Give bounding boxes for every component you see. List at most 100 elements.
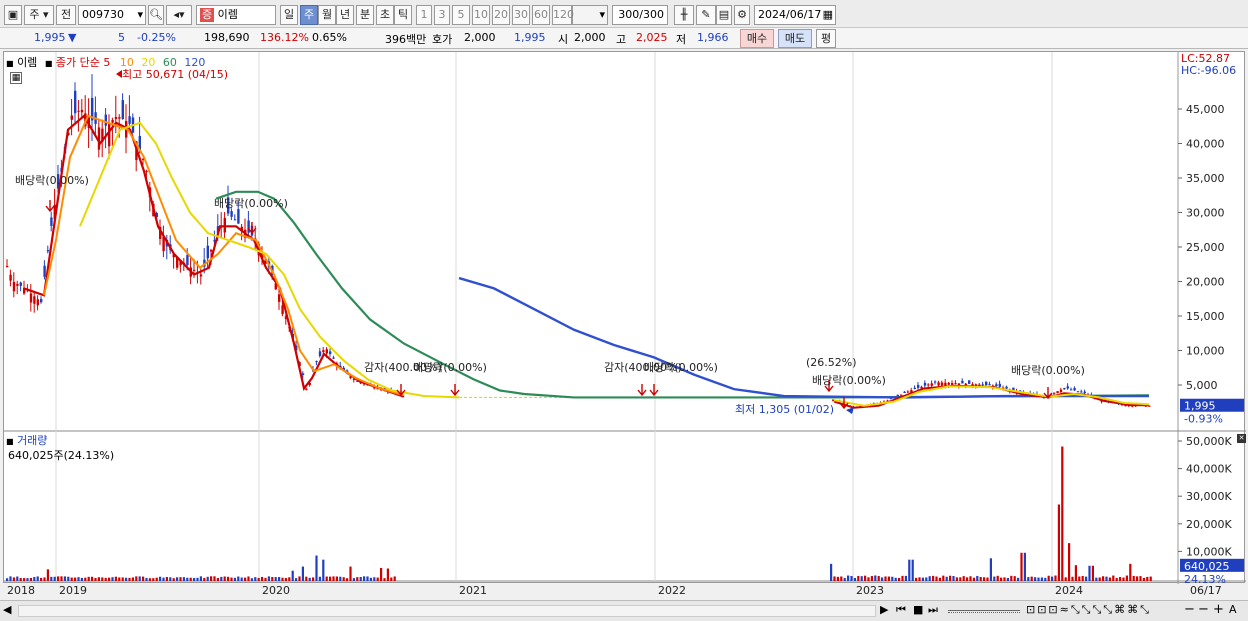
interval-3[interactable]: 3 [434,5,450,25]
interval-1[interactable]: 1 [416,5,432,25]
volume-bar [983,577,986,581]
volume-bar [1040,577,1043,581]
y-tick-label: 40,000 [1186,138,1225,151]
candle-icon[interactable]: ╫ [674,5,694,25]
candle [896,394,899,396]
scroll-right-icon[interactable]: ▶ [880,603,888,616]
candle [80,109,84,113]
price-volume-chart[interactable]: 45,000 40,000 35,000 30,000 25,000 20,000 15,0… [4,52,1246,597]
quote-value: 2,000 [464,31,496,44]
volume-y-tick-label: 50,000K [1186,435,1232,448]
eval-button[interactable]: 평 [816,29,836,48]
volume-bar [339,576,342,581]
horizontal-scrollbar[interactable] [18,605,876,617]
interval-30[interactable]: 30 [512,5,530,25]
volume-bar [271,577,274,581]
volume-bar [1068,543,1071,581]
volume-bar [189,577,192,581]
volume-bar [1142,577,1145,581]
tab-3[interactable]: 년 [336,5,354,25]
interval-10[interactable]: 10 [472,5,490,25]
interval-input[interactable]: ▾ [572,5,608,25]
volume-bar [1136,576,1139,581]
forward-icon[interactable]: ⏭ [928,603,938,617]
period-type-select[interactable]: 주 ▾ [24,5,54,25]
candle [927,384,930,386]
stock-name-field[interactable]: 증 이렘 [196,5,276,25]
volume-bar [908,559,911,581]
table-icon[interactable]: ▦ [10,72,22,84]
count-input[interactable]: 300/300 [612,5,668,25]
volume-bar [393,576,396,581]
rewind-icon[interactable]: ⏮ [896,603,906,617]
code-input[interactable]: 009730 ▾ [78,5,146,25]
volume-bar [843,577,846,581]
candle [108,122,111,147]
date-input[interactable]: 2024/06/17 ▦ [754,5,836,25]
ma-period-20: 20 [141,56,156,69]
volume-bar [363,576,366,581]
candle [940,382,944,386]
zoom-out-icon[interactable]: − [1184,602,1195,617]
volume-bar [128,577,131,581]
tab-2[interactable]: 월 [318,5,336,25]
tab-5[interactable]: 초 [376,5,394,25]
zoom-in-icon[interactable]: + [1213,602,1224,617]
tab-1[interactable]: 주 [300,5,318,25]
scroll-left-icon[interactable]: ◀ [3,603,17,618]
volume-bar [1071,576,1074,581]
volume-bar [155,577,158,581]
drawing-tools-icon[interactable]: ⊡⊡⊡≈⤡⤡⤡⤡⌘⌘⤡ [1026,603,1151,617]
x-axis-label: 2023 [856,584,884,597]
volume-bar [1037,577,1040,581]
candle [951,383,954,385]
candle [233,219,237,221]
tab-0[interactable]: 일 [280,5,298,25]
candle [318,351,322,357]
candle [900,394,903,396]
high-label: 고 [616,33,627,46]
volume-bar [373,577,376,581]
search-icon[interactable]: 🔍︎ [148,5,164,25]
volume-bar [1054,575,1057,581]
volume-bar [925,577,928,581]
zoom-slider[interactable] [948,610,1020,613]
volume-bar [264,577,267,581]
gear-icon[interactable]: ⚙ [734,5,750,25]
interval-60[interactable]: 60 [532,5,550,25]
volume-bar [278,577,281,581]
tab-4[interactable]: 분 [356,5,374,25]
volume-bar [87,576,90,581]
volume-bar [366,576,369,581]
minus-icon[interactable]: − [1198,602,1209,617]
font-size-icon[interactable]: A [1229,603,1237,616]
tab-6[interactable]: 틱 [394,5,412,25]
sell-button[interactable]: 매도 [778,29,812,48]
layout-icon[interactable]: ▣ [4,5,22,25]
close-icon[interactable]: ✕ [1237,434,1246,443]
volume-bar [281,577,284,581]
chart-area[interactable]: 45,000 40,000 35,000 30,000 25,000 20,000 15,0… [3,51,1246,597]
interval-120[interactable]: 120 [552,5,574,25]
volume-bar [254,577,257,581]
volume-bar [33,576,36,581]
candle [210,249,213,252]
volume-bar [142,576,145,581]
volume-bar [322,559,325,581]
volume-bar [976,575,979,581]
volume-bar [996,575,999,581]
prev-button[interactable]: 전 [56,5,76,25]
save-icon[interactable]: ▤ [716,5,732,25]
panel-bullet-icon: ■ [6,59,14,68]
down-arrow-icon [649,384,659,397]
buy-button[interactable]: 매수 [740,29,774,48]
speaker-icon[interactable]: ◂▾ [166,5,192,25]
candle [961,380,964,384]
candle [903,391,906,393]
interval-5[interactable]: 5 [452,5,470,25]
volume-bar [1057,504,1060,581]
volume-bar [386,568,389,581]
stop-icon[interactable]: ■ [913,603,923,616]
interval-20[interactable]: 20 [492,5,510,25]
crosshair-icon[interactable]: ✎ [696,5,716,25]
